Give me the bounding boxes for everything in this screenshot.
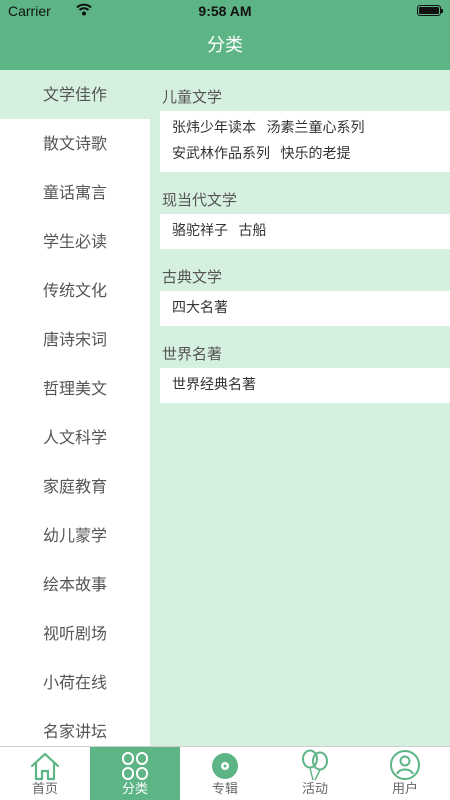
section-box: 骆驼祥子 古船 [160,214,450,249]
tab-album[interactable]: 专辑 [180,747,270,800]
tab-label: 专辑 [211,782,238,797]
tab-label: 用户 [391,782,418,797]
balloons-icon [270,747,360,781]
sidebar-item-youermengxue[interactable]: 幼儿蒙学 [0,511,150,560]
status-time: 9:58 AM [198,3,252,19]
tab-label: 分类 [121,782,148,797]
home-icon [0,747,90,781]
subcategory-link[interactable]: 骆驼祥子 [172,223,228,239]
sidebar-item-wenxuejiazuo[interactable]: 文学佳作 [0,70,150,119]
sidebar-item-tonghuayuyan[interactable]: 童话寓言 [0,168,150,217]
sidebar-item-sanwenshige[interactable]: 散文诗歌 [0,119,150,168]
subcategory-link[interactable]: 快乐的老提 [280,146,350,162]
page-title: 分类 [0,22,450,70]
subcategory-link[interactable]: 汤素兰童心系列 [266,120,364,136]
sidebar-item-huibengushi[interactable]: 绘本故事 [0,560,150,609]
tab-user[interactable]: 用户 [360,747,450,800]
subcategory-link[interactable]: 古船 [238,223,266,239]
status-bar: Carrier 9:58 AM [0,0,450,22]
tab-home[interactable]: 首页 [0,747,90,800]
subcategory-panel: 儿童文学 张炜少年读本 汤素兰童心系列 安武林作品系列 快乐的老提 现当代文学 … [150,70,450,746]
section-box: 四大名著 [160,291,450,326]
sidebar-item-chuantongwenhua[interactable]: 传统文化 [0,266,150,315]
tab-label: 活动 [301,782,328,797]
section-title: 古典文学 [162,268,223,286]
section-title: 儿童文学 [162,88,223,106]
album-icon [180,747,270,781]
tab-activity[interactable]: 活动 [270,747,360,800]
subcategory-link[interactable]: 安武林作品系列 [172,146,270,162]
sidebar-item-xiaohezaixian[interactable]: 小荷在线 [0,658,150,707]
section-box: 张炜少年读本 汤素兰童心系列 安武林作品系列 快乐的老提 [160,111,450,172]
section-title: 世界名著 [162,345,223,363]
subcategory-link[interactable]: 世界经典名著 [172,377,256,393]
sidebar-item-zheliwenmei[interactable]: 哲理美文 [0,364,150,413]
sidebar-item-xueshengbidu[interactable]: 学生必读 [0,217,150,266]
subcategory-link[interactable]: 四大名著 [172,300,228,316]
user-icon [360,747,450,781]
tab-category[interactable]: 分类 [90,747,180,800]
sidebar-item-mingjiajiangtan[interactable]: 名家讲坛 [0,707,150,746]
battery-icon [417,5,443,16]
sidebar-item-jiatingjiaoyu[interactable]: 家庭教育 [0,462,150,511]
sidebar-item-renwenkexue[interactable]: 人文科学 [0,413,150,462]
category-sidebar: 文学佳作 散文诗歌 童话寓言 学生必读 传统文化 唐诗宋词 哲理美文 人文科学 … [0,70,150,746]
section-box: 世界经典名著 [160,368,450,403]
subcategory-link[interactable]: 张炜少年读本 [172,120,256,136]
sidebar-item-shitingjuchang[interactable]: 视听剧场 [0,609,150,658]
tab-label: 首页 [31,782,58,797]
category-icon [90,747,180,781]
tab-bar: 首页 分类 专辑 活动 用户 [0,746,450,800]
section-title: 现当代文学 [162,191,238,209]
sidebar-item-tangshisongci[interactable]: 唐诗宋词 [0,315,150,364]
